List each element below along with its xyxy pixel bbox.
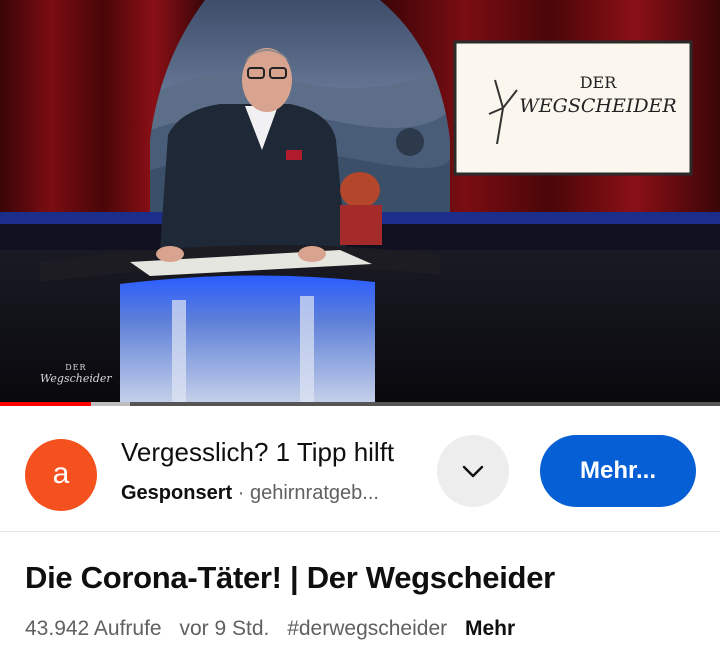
advertiser-avatar[interactable]: a (25, 439, 97, 511)
screen-title-small: DER (580, 73, 618, 92)
video-stats[interactable]: 43.942 Aufrufe vor 9 Std. #derwegscheide… (25, 617, 515, 641)
progress-played (0, 402, 92, 406)
ad-title[interactable]: Vergesslich? 1 Tipp hilft (121, 437, 394, 468)
channel-watermark: DER Wegscheider (40, 362, 112, 384)
video-title[interactable]: Die Corona-Täter! | Der Wegscheider (25, 560, 555, 596)
chevron-down-icon (462, 465, 484, 478)
ad-meta: Gesponsert · gehirnratgeb... (121, 482, 379, 505)
screen-title-big: WEGSCHEIDER (519, 95, 676, 117)
hashtag-link[interactable]: #derwegscheider (287, 617, 447, 640)
view-count: 43.942 Aufrufe (25, 617, 162, 640)
watermark-big: Wegscheider (40, 372, 112, 385)
sponsored-label: Gesponsert (121, 482, 233, 504)
meta-separator: · (237, 482, 245, 504)
ad-cta-button[interactable]: Mehr... (540, 435, 696, 507)
ad-expand-button[interactable] (437, 435, 509, 507)
advertiser-name: gehirnratgeb... (249, 482, 379, 504)
progress-bar[interactable] (0, 402, 720, 406)
divider (0, 531, 720, 532)
video-player[interactable]: DER WEGSCHEIDER DER Wegscheider (0, 0, 720, 406)
more-link[interactable]: Mehr (465, 617, 515, 640)
video-frame: DER WEGSCHEIDER (0, 0, 720, 406)
sponsored-ad[interactable]: a Vergesslich? 1 Tipp hilft Gesponsert ·… (0, 407, 720, 531)
upload-age: vor 9 Std. (179, 617, 270, 640)
